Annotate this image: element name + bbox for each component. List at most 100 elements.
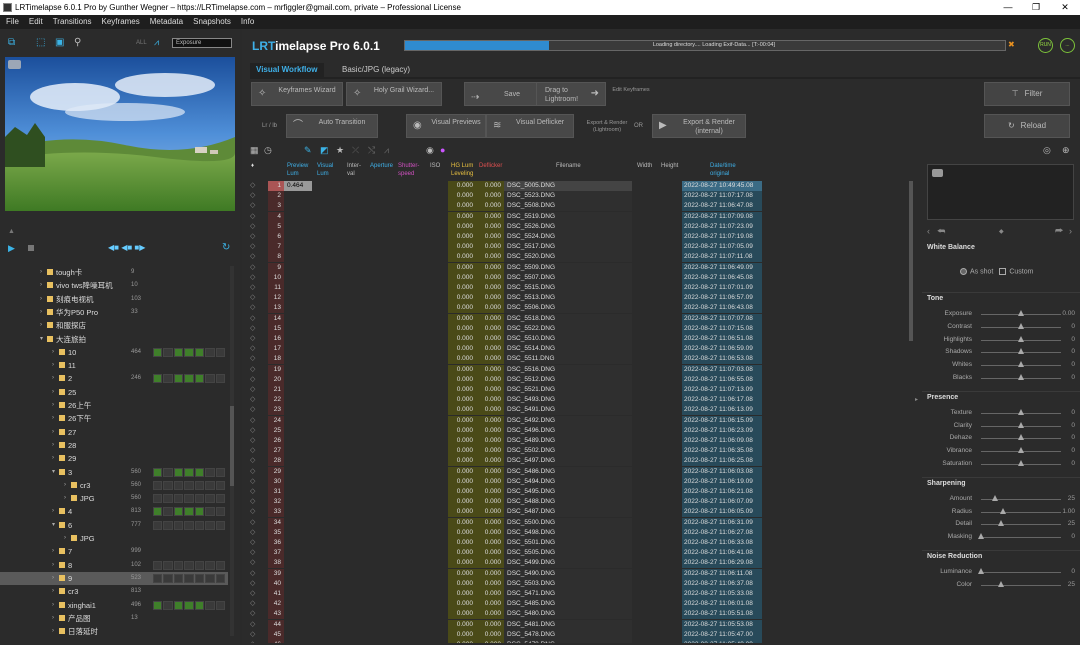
keyframe-diamond-icon[interactable]: ◇ [250,548,258,558]
keyframe-diamond-icon[interactable]: ◇ [250,181,258,191]
custom-checkbox[interactable] [999,268,1007,275]
tree-item[interactable]: › cr3 813 [0,585,228,598]
slider-knob[interactable] [1018,421,1024,428]
collapsed-arrow-icon[interactable]: › [40,266,42,279]
stop-icon[interactable] [28,245,34,251]
table-row[interactable]: ◇ 24 0.000 0.000 DSC_5492.DNG 2022-08-27 11:0… [250,415,910,426]
table-row[interactable]: ◇ 18 0.000 0.000 DSC_5511.DNG 2022-08-27 11:0… [250,354,910,365]
slider-knob[interactable] [1018,348,1024,355]
preview-mode-icons[interactable]: ◀■ ◀■ ■▶ [108,243,145,252]
table-row[interactable]: ◇ 8 0.000 0.000 DSC_5520.DNG 2022-08-27 11:07… [250,252,910,263]
keyframe-diamond-icon[interactable]: ◇ [250,303,258,313]
slider-knob[interactable] [998,520,1004,527]
collapsed-arrow-icon[interactable]: › [52,585,54,598]
expanded-arrow-icon[interactable]: ▾ [40,333,43,346]
collapsed-arrow-icon[interactable]: › [52,599,54,612]
keyframe-diamond-icon[interactable]: ◇ [250,395,258,405]
clock-icon[interactable]: ◷ [264,145,272,156]
keyframe-diamond-icon[interactable]: ◇ [250,212,258,222]
tree-item[interactable]: › JPG 560 [0,492,228,505]
table-row[interactable]: ◇ 20 0.000 0.000 DSC_5512.DNG 2022-08-27 11:0… [250,374,910,385]
expanded-arrow-icon[interactable]: ▾ [52,519,55,532]
collapsed-arrow-icon[interactable]: › [52,625,54,636]
table-row[interactable]: ◇ 5 0.000 0.000 DSC_5526.DNG 2022-08-27 11:07… [250,221,910,232]
slider-value[interactable]: 0 [1071,531,1075,543]
slider-knob[interactable] [1018,322,1024,329]
keyframe-diamond-icon[interactable]: ◇ [250,324,258,334]
table-row[interactable]: ◇ 38 0.000 0.000 DSC_5499.DNG 2022-08-27 11:0… [250,558,910,569]
table-row[interactable]: ◇ 28 0.000 0.000 DSC_5497.DNG 2022-08-27 11:0… [250,456,910,467]
search-icon[interactable]: ⚲ [74,37,81,48]
table-row[interactable]: ◇ 29 0.000 0.000 DSC_5486.DNG 2022-08-27 11:0… [250,466,910,477]
tree-item[interactable]: › 28 [0,439,228,452]
tree-item[interactable]: ▾ 大连旅拍 [0,333,228,346]
table-row[interactable]: ◇ 1 0.464 0.000 0.000 DSC_5005.DNG 2022-08-27 … [250,181,910,191]
slider-value[interactable]: 1.00 [1062,506,1075,518]
holy-grail-wizard-button[interactable]: ✧ Holy Grail Wizard... [346,82,442,106]
menu-metadata[interactable]: Metadata [145,15,188,29]
slider-row[interactable]: Vibrance 0 [927,445,1075,457]
keyframe-diamond-icon[interactable]: ◇ [250,446,258,456]
table-row[interactable]: ◇ 7 0.000 0.000 DSC_5517.DNG 2022-08-27 11:07… [250,242,910,253]
tree-item[interactable]: › 10 464 [0,346,228,359]
table-row[interactable]: ◇ 26 0.000 0.000 DSC_5489.DNG 2022-08-27 11:0… [250,436,910,446]
collapsed-arrow-icon[interactable]: › [52,452,54,465]
slider-knob[interactable] [1018,335,1024,342]
col-height[interactable]: Height [661,162,678,170]
tab-basic-jpg[interactable]: Basic/JPG (legacy) [336,63,416,77]
slider-knob[interactable] [978,568,984,574]
play-icon[interactable]: ▶ [8,243,15,254]
close-window-button[interactable]: ✕ [1050,0,1080,15]
tree-item[interactable]: › JPG [0,532,228,545]
tree-item[interactable]: › 刻痕电视机 103 [0,293,228,306]
slider-value[interactable]: 0 [1071,420,1075,432]
keyframe-diamond-icon[interactable]: ◇ [250,405,258,415]
slider-value[interactable]: 25 [1068,493,1075,505]
keyframe-diamond-icon[interactable]: ◇ [250,252,258,262]
tree-item[interactable]: › 9 523 [0,571,228,585]
keyframe-diamond-icon[interactable]: ◇ [250,579,258,589]
preview-circle-icon[interactable]: ◉ [426,145,434,156]
collapsed-arrow-icon[interactable]: › [52,386,54,399]
col-width[interactable]: Width [637,162,652,170]
collapsed-arrow-icon[interactable]: › [52,399,54,412]
slider-value[interactable]: 0 [1071,321,1075,333]
tree-item[interactable]: › 29 [0,452,228,465]
slider-row[interactable]: Masking 0 [927,531,1075,543]
color-icon[interactable]: ● [440,145,445,155]
slider-value[interactable]: 0 [1071,458,1075,470]
tree-item[interactable]: › 8 102 [0,559,228,572]
tree-item[interactable]: › 26上午 [0,399,228,412]
tree-item[interactable]: › xinghai1 496 [0,599,228,612]
table-row[interactable]: ◇ 14 0.000 0.000 DSC_5518.DNG 2022-08-27 11:0… [250,313,910,324]
table-row[interactable]: ◇ 36 0.000 0.000 DSC_5501.DNG 2022-08-27 11:0… [250,538,910,548]
keyframes-wizard-button[interactable]: ✧ Keyframes Wizard [251,82,343,106]
slider-knob[interactable] [1018,434,1024,441]
keyframe-diamond-icon[interactable]: ◇ [250,334,258,344]
keyframe-diamond-icon[interactable]: ◇ [250,293,258,303]
slider-row[interactable]: Highlights 0 [927,334,1075,346]
keyframe-diamond-icon[interactable]: ◇ [250,599,258,609]
slider-track[interactable] [981,537,1061,539]
right-panel-collapse-icon[interactable]: ▸ [915,396,918,403]
table-row[interactable]: ◇ 41 0.000 0.000 DSC_5471.DNG 2022-08-27 11:0… [250,589,910,599]
keyframe-diamond-icon[interactable]: ◇ [250,518,258,528]
keyframe-diamond-icon[interactable]: ◇ [250,263,258,273]
menu-transitions[interactable]: Transitions [48,15,97,29]
tree-item[interactable]: › 11 [0,359,228,372]
slider-knob[interactable] [998,580,1004,587]
slider-row[interactable]: Exposure 0.00 [927,308,1075,320]
col-datetime[interactable]: Date/time original [710,162,750,178]
redo-icon[interactable]: ⮫ [1055,226,1063,237]
table-row[interactable]: ◇ 3 0.000 0.000 DSC_5508.DNG 2022-08-27 11:06… [250,201,910,212]
keyframe-diamond-icon[interactable]: ◇ [250,314,258,324]
menu-file[interactable]: File [0,15,24,29]
collapsed-arrow-icon[interactable]: › [40,306,42,319]
slider-row[interactable]: Texture 0 [927,407,1075,419]
export-render-internal-button[interactable]: ▶ Export & Render (internal) [652,114,746,138]
keyframe-diamond-icon[interactable]: ◇ [250,365,258,375]
slider-row[interactable]: Shadows 0 [927,346,1075,358]
collapsed-arrow-icon[interactable]: › [40,293,42,306]
keyframe-diamond-icon[interactable]: ◇ [250,558,258,568]
collapsed-arrow-icon[interactable]: › [52,505,54,518]
